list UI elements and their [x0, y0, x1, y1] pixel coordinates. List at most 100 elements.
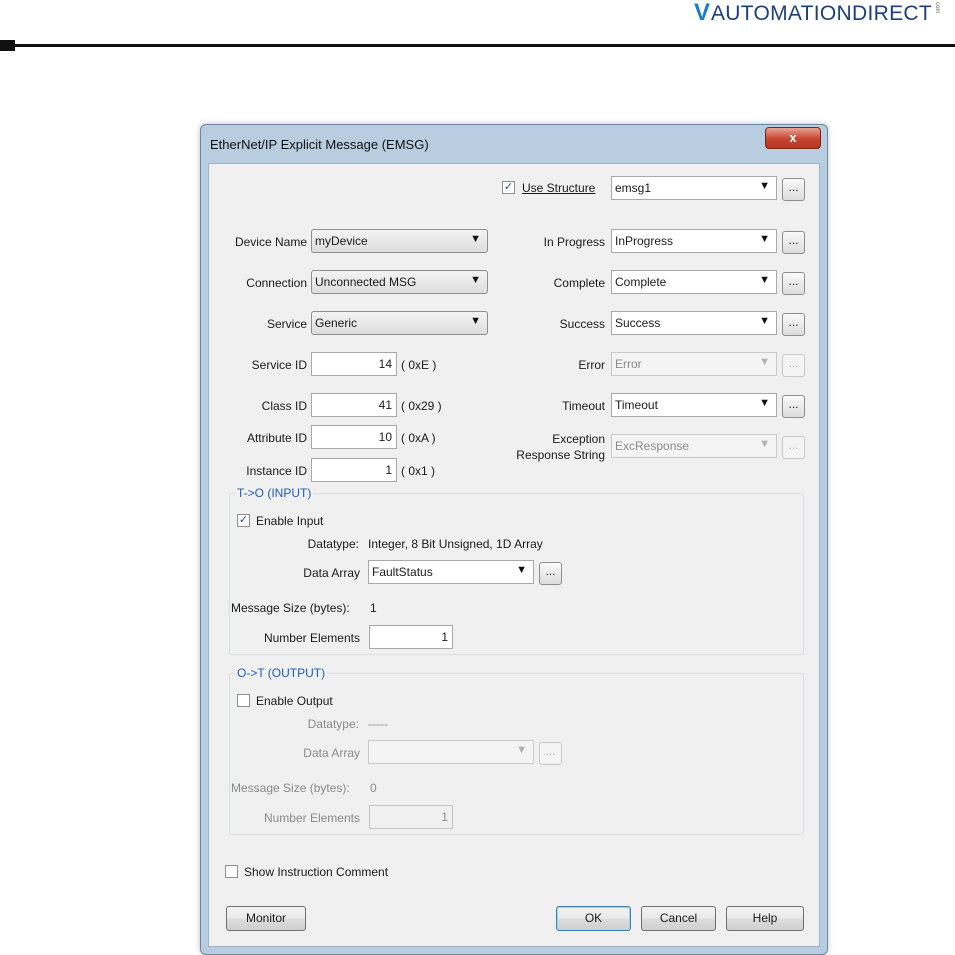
exception-response-select[interactable]: ExcResponse ▼	[611, 434, 777, 458]
output-group-title: O->T (OUTPUT)	[235, 666, 328, 680]
success-select[interactable]: Success ▼	[611, 311, 777, 335]
use-structure-value: emsg1	[615, 181, 652, 195]
device-name-label: Device Name	[234, 235, 307, 249]
output-data-array-label: Data Array	[303, 746, 360, 760]
close-icon: x	[789, 130, 797, 145]
attribute-id-hex: ( 0xA )	[401, 431, 436, 445]
chevron-down-icon: ▼	[516, 744, 527, 756]
input-message-size-label: Message Size (bytes):	[231, 601, 350, 615]
complete-value: Complete	[615, 275, 667, 289]
ok-button[interactable]: OK	[556, 906, 631, 931]
chevron-down-icon: ▼	[759, 180, 770, 192]
device-name-select[interactable]: myDevice ▼	[311, 229, 488, 253]
brand-mark: V	[693, 0, 710, 26]
help-button[interactable]: Help	[726, 906, 804, 931]
service-label: Service	[266, 317, 307, 331]
chevron-down-icon: ▼	[759, 356, 770, 368]
service-id-hex: ( 0xE )	[401, 358, 437, 372]
output-number-elements-label: Number Elements	[263, 811, 360, 825]
brand-wordmark: AUTOMATIONDIRECT	[710, 2, 932, 25]
timeout-browse-button[interactable]: ...	[782, 395, 805, 418]
use-structure-checkbox[interactable]: ✓	[502, 181, 515, 194]
success-browse-button[interactable]: ...	[782, 313, 805, 336]
show-comment-label: Show Instruction Comment	[244, 865, 389, 879]
input-datatype-value: Integer, 8 Bit Unsigned, 1D Array	[368, 537, 543, 551]
chevron-down-icon: ▼	[470, 233, 481, 245]
input-message-size-value: 1	[370, 601, 377, 615]
success-value: Success	[615, 316, 661, 330]
output-data-array-select[interactable]: ▼	[368, 740, 534, 764]
connection-select[interactable]: Unconnected MSG ▼	[311, 270, 488, 294]
class-id-hex: ( 0x29 )	[401, 399, 442, 413]
enable-output-checkbox[interactable]	[237, 694, 250, 707]
exception-browse-button[interactable]: ...	[782, 436, 805, 459]
close-button[interactable]: x	[765, 127, 821, 149]
in-progress-value: InProgress	[615, 234, 674, 248]
complete-browse-button[interactable]: ...	[782, 272, 805, 295]
enable-input-checkbox[interactable]: ✓	[237, 514, 250, 527]
monitor-button[interactable]: Monitor	[226, 906, 306, 931]
check-icon: ✓	[238, 514, 249, 526]
chevron-down-icon: ▼	[759, 274, 770, 286]
input-number-elements-label: Number Elements	[263, 631, 360, 645]
chevron-down-icon: ▼	[470, 274, 481, 286]
in-progress-label: In Progress	[543, 235, 605, 249]
error-browse-button[interactable]: ...	[782, 354, 805, 377]
input-data-array-value: FaultStatus	[372, 565, 433, 579]
chevron-down-icon: ▼	[759, 233, 770, 245]
connection-value: Unconnected MSG	[315, 275, 417, 289]
error-select[interactable]: Error ▼	[611, 352, 777, 376]
chevron-down-icon: ▼	[470, 315, 481, 327]
use-structure-select[interactable]: emsg1 ▼	[611, 176, 777, 200]
use-structure-browse-button[interactable]: ...	[782, 178, 805, 201]
output-message-size-value: 0	[370, 781, 377, 795]
device-name-value: myDevice	[315, 234, 368, 248]
chevron-down-icon: ▼	[759, 438, 770, 450]
exception-response-value: ExcResponse	[615, 439, 690, 453]
class-id-label: Class ID	[261, 399, 307, 413]
input-datatype-label: Datatype:	[307, 537, 359, 551]
complete-label: Complete	[553, 276, 605, 290]
input-data-array-select[interactable]: FaultStatus ▼	[368, 560, 534, 584]
service-select[interactable]: Generic ▼	[311, 311, 488, 335]
input-group-title: T->O (INPUT)	[235, 486, 314, 500]
dialog-title-bar[interactable]: EtherNet/IP Explicit Message (EMSG) x	[201, 125, 827, 163]
instance-id-field[interactable]: 1	[311, 458, 397, 482]
class-id-field[interactable]: 41	[311, 393, 397, 417]
output-datatype-value: -----	[368, 717, 388, 731]
automationdirect-logo: V AUTOMATIONDIRECT com	[693, 0, 941, 26]
exception-label-line1: Exception	[552, 432, 605, 446]
error-label: Error	[578, 358, 605, 372]
dialog-title: EtherNet/IP Explicit Message (EMSG)	[210, 137, 429, 152]
cancel-button[interactable]: Cancel	[641, 906, 716, 931]
input-data-array-browse-button[interactable]: ...	[539, 562, 562, 585]
show-comment-checkbox[interactable]	[225, 865, 238, 878]
in-progress-browse-button[interactable]: ...	[782, 231, 805, 254]
service-id-label: Service ID	[251, 358, 307, 372]
check-icon: ✓	[503, 181, 514, 193]
timeout-value: Timeout	[615, 398, 658, 412]
error-value: Error	[615, 357, 642, 371]
enable-input-label: Enable Input	[256, 514, 324, 528]
output-data-array-browse-button[interactable]: ...	[539, 742, 562, 765]
emsg-dialog: EtherNet/IP Explicit Message (EMSG) x ✓ …	[200, 124, 828, 955]
instance-id-hex: ( 0x1 )	[401, 464, 436, 478]
attribute-id-label: Attribute ID	[246, 431, 307, 445]
dialog-client-area: ✓ Use Structure emsg1 ▼ ... Device Name …	[208, 163, 820, 947]
use-structure-label: Use Structure	[522, 181, 596, 195]
service-id-field[interactable]: 14	[311, 352, 397, 376]
output-number-elements-field[interactable]: 1	[369, 805, 453, 829]
service-value: Generic	[315, 316, 358, 330]
enable-output-label: Enable Output	[256, 694, 333, 708]
in-progress-select[interactable]: InProgress ▼	[611, 229, 777, 253]
input-number-elements-field[interactable]: 1	[369, 625, 453, 649]
header-rule	[14, 44, 955, 47]
complete-select[interactable]: Complete ▼	[611, 270, 777, 294]
attribute-id-field[interactable]: 10	[311, 425, 397, 449]
output-message-size-label: Message Size (bytes):	[231, 781, 350, 795]
chevron-down-icon: ▼	[516, 564, 527, 576]
brand-suffix: com	[934, 2, 940, 14]
success-label: Success	[559, 317, 605, 331]
timeout-select[interactable]: Timeout ▼	[611, 393, 777, 417]
header-rule-tab	[0, 40, 15, 51]
